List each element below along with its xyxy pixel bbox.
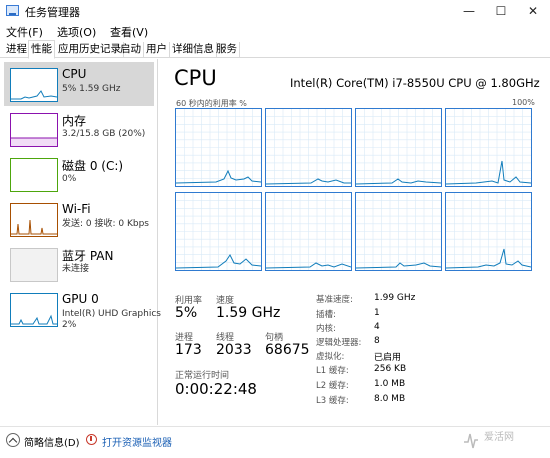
chevron-up-icon[interactable] <box>6 433 20 447</box>
resource-bluetooth-sub: 未连接 <box>62 264 90 274</box>
tab-details[interactable]: 详细信息 <box>170 42 217 58</box>
resource-wifi-sub: 发送: 0 接收: 0 Kbps <box>62 219 149 229</box>
memory-mini-graph <box>10 113 58 147</box>
resource-memory[interactable]: 内存 3.2/15.8 GB (20%) <box>4 107 154 151</box>
cpu-model-name: Intel(R) Core(TM) i7-8550U CPU @ 1.80GHz <box>290 76 540 90</box>
virtualization-label: 虚拟化: <box>316 352 345 362</box>
resource-cpu-sub: 5% 1.59 GHz <box>62 84 121 94</box>
resource-gpu-sub: Intel(R) UHD Graphics <box>62 309 161 319</box>
resource-list: CPU 5% 1.59 GHz 内存 3.2/15.8 GB (20%) 磁盘 … <box>0 59 161 425</box>
resource-cpu-name: CPU <box>62 67 87 81</box>
cpu-core-graph <box>355 192 442 271</box>
tab-performance[interactable]: 性能 <box>28 40 55 59</box>
cpu-mini-graph <box>10 68 58 102</box>
base-speed-label: 基准速度: <box>316 295 353 305</box>
tab-app-history[interactable]: 应用历史记录 <box>56 42 124 58</box>
menu-bar: 文件(F) 选项(O) 查看(V) <box>0 22 550 40</box>
sockets-label: 插槽: <box>316 310 336 320</box>
cpu-core-graph <box>355 108 442 187</box>
l1-cache-value: 256 KB <box>374 364 407 374</box>
graph-max-label: 100% <box>512 98 535 107</box>
resource-wifi-name: Wi-Fi <box>62 202 91 216</box>
logical-processors-label: 逻辑处理器: <box>316 338 362 348</box>
tab-startup[interactable]: 启动 <box>118 42 144 58</box>
watermark-text: 爱活网 <box>484 432 514 443</box>
resource-gpu[interactable]: GPU 0 Intel(R) UHD Graphics 2% <box>4 287 161 337</box>
resource-gpu-usage: 2% <box>62 320 77 330</box>
close-button[interactable]: ✕ <box>510 0 550 22</box>
menu-view[interactable]: 查看(V) <box>110 24 148 40</box>
processes-value: 173 <box>175 342 202 358</box>
cpu-core-graph <box>175 192 262 271</box>
disk-mini-graph <box>10 158 58 192</box>
speed-value: 1.59 GHz <box>216 305 281 321</box>
resource-bluetooth-name: 蓝牙 PAN <box>62 249 114 263</box>
base-speed-value: 1.99 GHz <box>374 293 416 303</box>
l3-cache-label: L3 缓存: <box>316 396 349 406</box>
gpu-mini-graph <box>10 293 58 327</box>
menu-options[interactable]: 选项(O) <box>57 24 96 40</box>
handles-value: 68675 <box>265 342 310 358</box>
task-manager-icon <box>6 5 19 16</box>
resource-cpu[interactable]: CPU 5% 1.59 GHz <box>4 62 154 106</box>
virtualization-value: 已启用 <box>374 353 402 363</box>
utilization-value: 5% <box>175 305 198 321</box>
cpu-core-graph <box>445 108 532 187</box>
resource-wifi[interactable]: Wi-Fi 发送: 0 接收: 0 Kbps <box>4 197 154 241</box>
l2-cache-value: 1.0 MB <box>374 379 406 389</box>
resource-memory-sub: 3.2/15.8 GB (20%) <box>62 129 146 139</box>
title-bar: 任务管理器 — ☐ ✕ <box>0 0 550 22</box>
cores-label: 内核: <box>316 324 336 334</box>
cpu-core-graph <box>265 192 352 271</box>
l1-cache-label: L1 缓存: <box>316 366 349 376</box>
cpu-core-graph <box>445 192 532 271</box>
fewer-details-button[interactable]: 简略信息(D) <box>24 434 80 449</box>
tab-processes[interactable]: 进程 <box>4 42 30 58</box>
watermark-logo-icon <box>464 433 478 449</box>
cores-value: 4 <box>374 322 380 332</box>
l3-cache-value: 8.0 MB <box>374 394 406 404</box>
resource-memory-name: 内存 <box>62 114 87 128</box>
resource-disk[interactable]: 磁盘 0 (C:) 0% <box>4 152 154 196</box>
uptime-value: 0:00:22:48 <box>175 380 257 398</box>
tab-services[interactable]: 服务 <box>214 42 240 58</box>
resource-disk-name: 磁盘 0 (C:) <box>62 159 124 173</box>
resource-monitor-icon <box>86 434 97 445</box>
tab-bar: 进程 性能 应用历史记录 启动 用户 详细信息 服务 <box>0 40 550 59</box>
resource-disk-sub: 0% <box>62 174 77 184</box>
cpu-heading: CPU <box>174 66 217 90</box>
threads-value: 2033 <box>216 342 252 358</box>
bluetooth-mini-graph <box>10 248 58 282</box>
menu-file[interactable]: 文件(F) <box>6 24 43 40</box>
cpu-graph-grid <box>175 108 534 272</box>
cpu-core-graph <box>265 108 352 187</box>
window-title: 任务管理器 <box>25 6 80 19</box>
wifi-mini-graph <box>10 203 58 237</box>
resource-bluetooth[interactable]: 蓝牙 PAN 未连接 <box>4 242 154 286</box>
cpu-core-graph <box>175 108 262 187</box>
tab-users[interactable]: 用户 <box>144 42 170 58</box>
sockets-value: 1 <box>374 308 380 318</box>
open-resource-monitor-link[interactable]: 打开资源监视器 <box>102 434 172 449</box>
logical-processors-value: 8 <box>374 336 380 346</box>
l2-cache-label: L2 缓存: <box>316 381 349 391</box>
resource-gpu-name: GPU 0 <box>62 292 99 306</box>
